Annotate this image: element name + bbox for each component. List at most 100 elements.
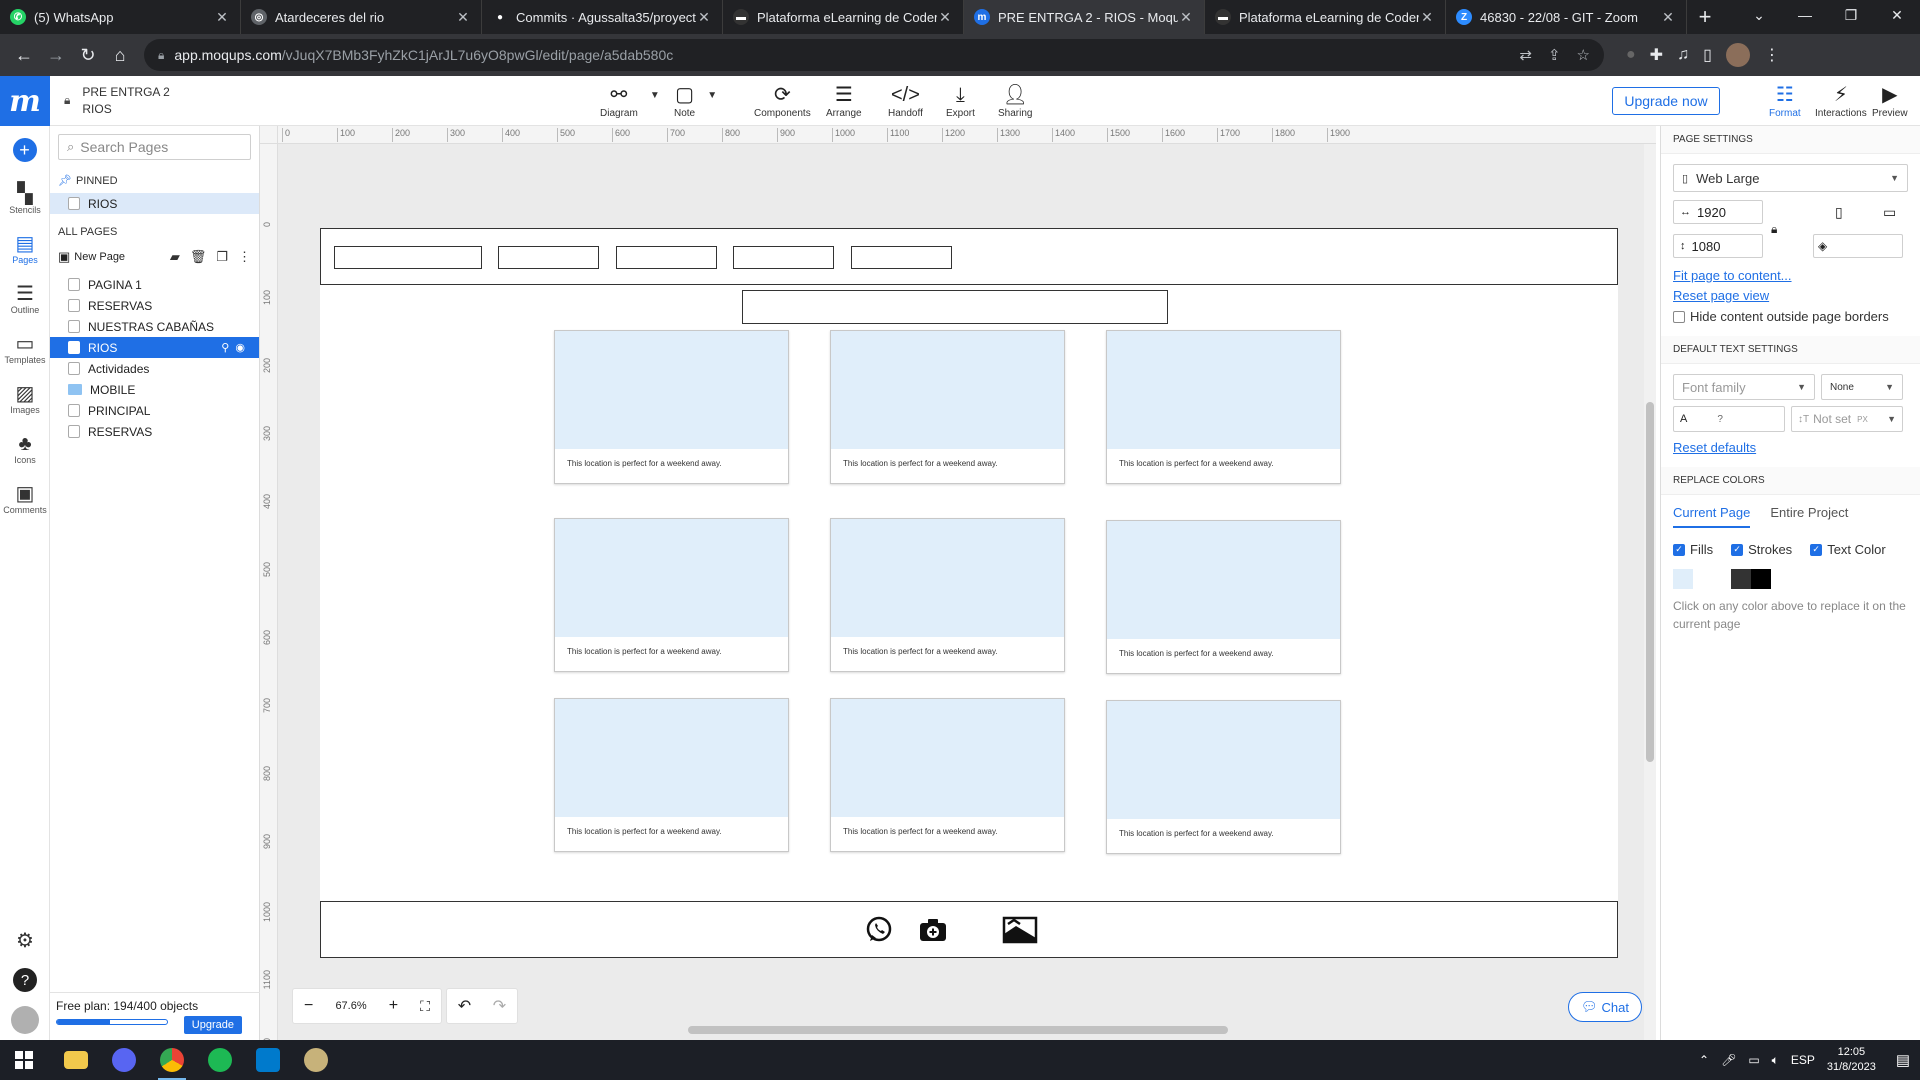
clock[interactable]: 12:05 31/8/2023 <box>1827 1045 1876 1075</box>
export-button[interactable]: ⤓ Export <box>946 82 975 119</box>
color-swatch[interactable] <box>1693 569 1731 589</box>
user-avatar[interactable] <box>0 1000 50 1040</box>
page-width-input[interactable]: ↔ 1920 <box>1673 200 1763 224</box>
search-pages-input[interactable]: ⌕ Search Pages <box>58 134 251 160</box>
undo-icon[interactable]: ↶ <box>458 996 471 1016</box>
appbar-item-stencils[interactable]: ▚ Stencils <box>0 174 50 224</box>
settings-gear-icon[interactable]: ⚙ <box>0 920 50 960</box>
design-canvas[interactable]: This location is perfect for a weekend a… <box>278 144 1644 1040</box>
tab-close-icon[interactable]: ✕ <box>214 9 230 26</box>
location-card[interactable]: This location is perfect for a weekend a… <box>830 330 1065 484</box>
chevron-down-icon[interactable]: ▼ <box>707 90 717 101</box>
tab-current-page[interactable]: Current Page <box>1673 505 1751 528</box>
location-card[interactable]: This location is perfect for a weekend a… <box>830 698 1065 852</box>
appbar-item-images[interactable]: ▨ Images <box>0 374 50 424</box>
checkbox-on[interactable]: ✓ <box>1731 543 1744 556</box>
zoom-level[interactable]: 67.6% <box>335 1000 366 1012</box>
nav-placeholder-box[interactable] <box>616 246 717 269</box>
strokes-checkbox[interactable]: ✓ Strokes <box>1731 542 1792 557</box>
aspect-lock-icon[interactable]: 🔒︎ <box>1771 222 1777 237</box>
page-list-item[interactable]: Actividades <box>50 358 259 379</box>
sharing-button[interactable]: 👤︎ Sharing <box>998 82 1032 119</box>
location-card[interactable]: This location is perfect for a weekend a… <box>554 330 789 484</box>
discord-icon[interactable] <box>100 1040 148 1080</box>
browser-tab[interactable]: ▬ Plataforma eLearning de Coderh ✕ <box>723 0 964 34</box>
fit-page-link[interactable]: Fit page to content... <box>1673 268 1792 283</box>
tray-chevron-icon[interactable]: ⌃ <box>1699 1053 1709 1067</box>
new-page-icon[interactable]: ▣ <box>58 249 70 265</box>
new-tab-button[interactable]: + <box>1687 0 1723 34</box>
checkbox-on[interactable]: ✓ <box>1673 543 1685 556</box>
font-size-input[interactable]: A ? <box>1673 406 1785 432</box>
page-artboard[interactable]: This location is perfect for a weekend a… <box>320 228 1618 958</box>
checkbox-on[interactable]: ✓ <box>1810 543 1823 556</box>
nav-placeholder-box[interactable] <box>334 246 482 269</box>
appbar-item-templates[interactable]: ▭ Templates <box>0 324 50 374</box>
browser-tab[interactable]: m PRE ENTRGA 2 - RIOS - Moqups ✕ <box>964 0 1205 34</box>
page-list-item[interactable]: PRINCIPAL <box>50 400 259 421</box>
font-weight-select[interactable]: None ▼ <box>1821 374 1903 400</box>
network-icon[interactable]: ▭ <box>1748 1053 1759 1067</box>
language-indicator[interactable]: ESP <box>1791 1053 1815 1067</box>
tab-close-icon[interactable]: ✕ <box>696 9 712 26</box>
close-window-icon[interactable]: ✕ <box>1874 0 1920 30</box>
project-title[interactable]: PRE ENTRGA 2 <box>82 85 169 99</box>
tab-close-icon[interactable]: ✕ <box>1178 9 1194 26</box>
tab-close-icon[interactable]: ✕ <box>1660 9 1676 26</box>
spotify-icon[interactable] <box>196 1040 244 1080</box>
appbar-item-comments[interactable]: ▣ Comments <box>0 474 50 524</box>
page-fill-color[interactable]: ◈ <box>1813 234 1903 258</box>
home-icon[interactable]: ⌂ <box>104 39 136 71</box>
upgrade-button[interactable]: Upgrade <box>183 1016 242 1034</box>
profile-avatar[interactable] <box>1725 43 1750 67</box>
location-card[interactable]: This location is perfect for a weekend a… <box>1106 700 1341 854</box>
page-height-input[interactable]: ↕ 1080 <box>1673 234 1763 258</box>
page-preset-select[interactable]: ▯ Web Large ▼ <box>1673 164 1908 192</box>
browser-tab[interactable]: ● Commits · Agussalta35/proyecto ✕ <box>482 0 723 34</box>
back-icon[interactable]: ← <box>8 39 40 71</box>
moqups-logo[interactable]: m <box>0 76 50 126</box>
extensions-puzzle-icon[interactable]: ✚ <box>1650 45 1663 65</box>
pinned-page-item[interactable]: RIOS <box>50 193 259 214</box>
location-card[interactable]: This location is perfect for a weekend a… <box>554 698 789 852</box>
page-list-item[interactable]: RESERVAS <box>50 421 259 442</box>
browser-tab[interactable]: ▬ Plataforma eLearning de Coderh ✕ <box>1205 0 1446 34</box>
format-button[interactable]: ☷ Format <box>1769 82 1801 119</box>
browser-tab[interactable]: ◎ Atardeceres del rio ✕ <box>241 0 482 34</box>
page-list-item[interactable]: RESERVAS <box>50 295 259 316</box>
color-swatch[interactable] <box>1731 569 1751 589</box>
file-explorer-icon[interactable] <box>52 1040 100 1080</box>
windows-start-icon[interactable] <box>0 1040 48 1080</box>
font-family-select[interactable]: Font family ▼ <box>1673 374 1815 400</box>
tab-search-icon[interactable]: ⌄ <box>1736 0 1782 30</box>
forward-icon[interactable]: → <box>40 39 72 71</box>
header-frame[interactable] <box>320 228 1618 285</box>
reset-page-view-link[interactable]: Reset page view <box>1673 288 1769 303</box>
page-list-item[interactable]: PAGINA 1 <box>50 274 259 295</box>
chat-button[interactable]: 💬︎ Chat <box>1568 992 1642 1022</box>
color-swatch[interactable] <box>1751 569 1771 589</box>
bookmark-star-icon[interactable]: ☆ <box>1577 46 1590 64</box>
line-height-input[interactable]: ↕T Not set PX ▼ <box>1791 406 1903 432</box>
nav-placeholder-box[interactable] <box>851 246 952 269</box>
fit-screen-icon[interactable]: ⛶ <box>420 998 430 1015</box>
redo-icon[interactable]: ↷ <box>493 996 506 1016</box>
lock-icon[interactable]: 🔒︎ <box>64 93 70 108</box>
chevron-down-icon[interactable]: ▼ <box>650 90 660 101</box>
delete-icon[interactable]: 🗑︎ <box>190 249 207 265</box>
side-panel-icon[interactable]: ▯ <box>1703 45 1712 65</box>
fills-checkbox[interactable]: ✓ Fills <box>1673 542 1713 557</box>
appbar-item-icons[interactable]: ♣ Icons <box>0 424 50 474</box>
duplicate-icon[interactable]: ❐ <box>216 249 228 265</box>
translate-icon[interactable]: ⇄ <box>1519 46 1532 64</box>
canvas-vertical-scrollbar[interactable] <box>1644 144 1656 1040</box>
reset-defaults-link[interactable]: Reset defaults <box>1673 440 1756 455</box>
chevron-down-icon[interactable]: ▼ <box>1887 414 1896 424</box>
location-card[interactable]: This location is perfect for a weekend a… <box>554 518 789 672</box>
canvas-horizontal-scrollbar[interactable] <box>278 1024 1644 1036</box>
volume-icon[interactable]: 🔈︎ <box>1772 1053 1779 1068</box>
tab-close-icon[interactable]: ✕ <box>1419 9 1435 26</box>
lock-icon[interactable]: 🔒︎ <box>158 48 164 63</box>
location-card[interactable]: This location is perfect for a weekend a… <box>830 518 1065 672</box>
more-icon[interactable]: ⋮ <box>238 249 251 265</box>
